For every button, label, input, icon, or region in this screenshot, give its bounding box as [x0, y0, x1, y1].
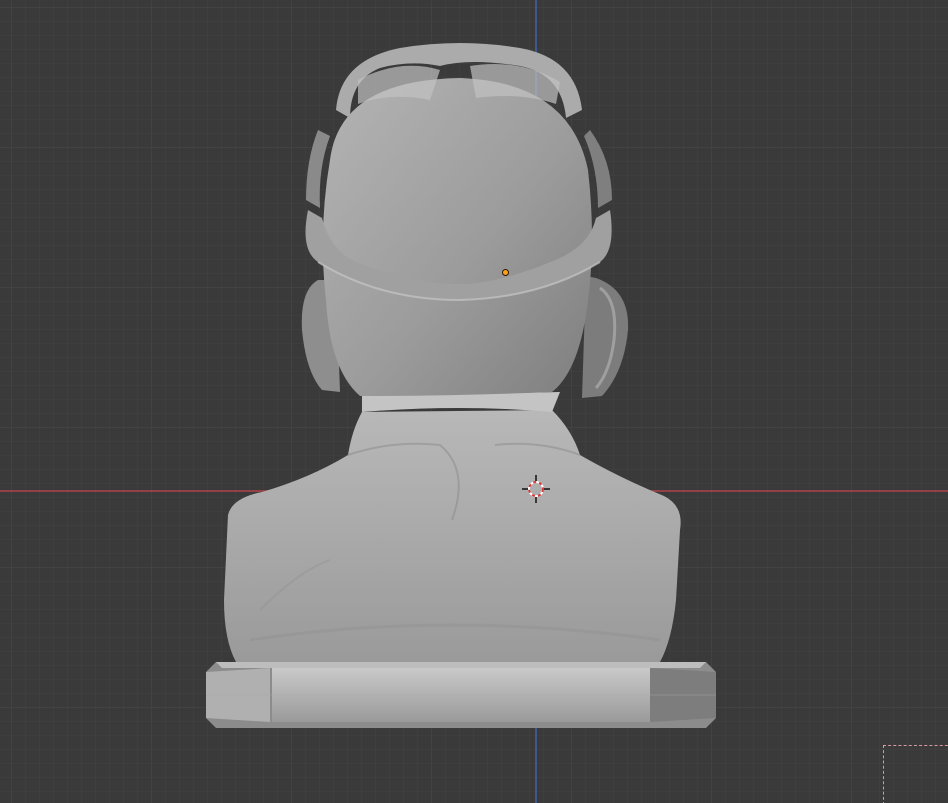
region-overlap-corner[interactable]: [883, 745, 948, 803]
bust-base: [206, 662, 716, 728]
3d-viewport[interactable]: [0, 0, 948, 803]
3d-cursor-icon[interactable]: [522, 475, 550, 503]
object-origin[interactable]: [502, 269, 509, 276]
viewport-grid: [0, 0, 948, 803]
bust-head: [322, 78, 592, 396]
